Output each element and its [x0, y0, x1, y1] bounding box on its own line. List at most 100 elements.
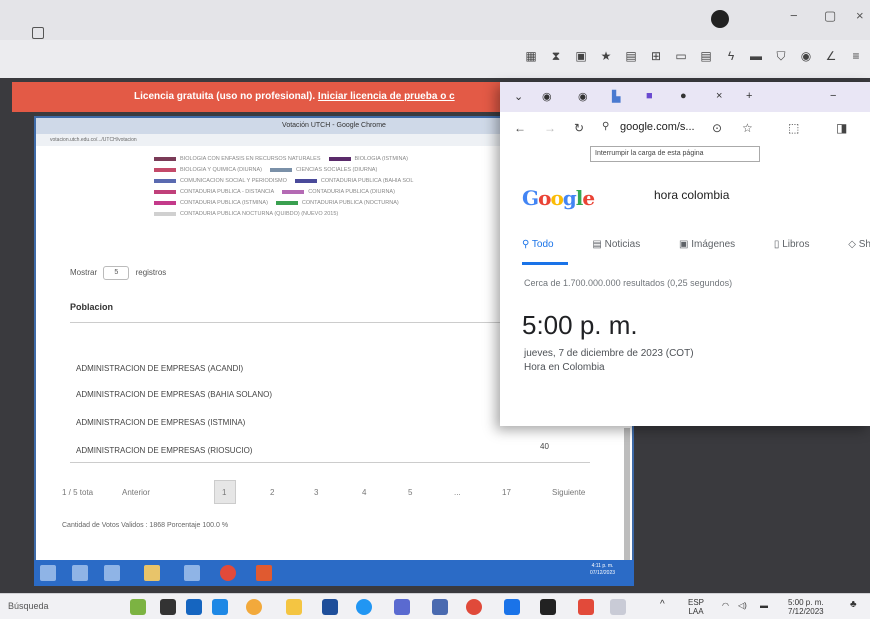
bolt-icon[interactable]: ϟ: [725, 50, 737, 62]
taskbar-app-icon[interactable]: [212, 599, 228, 615]
chrome-icon[interactable]: [220, 565, 236, 581]
tab-favicon-icon[interactable]: ◉: [542, 90, 552, 103]
taskbar-app-icon[interactable]: [256, 565, 272, 581]
taskbar-app-icon[interactable]: [186, 599, 202, 615]
volume-icon[interactable]: ◁): [738, 601, 747, 610]
page-button[interactable]: 4: [362, 488, 366, 497]
edge-icon[interactable]: [356, 599, 372, 615]
folder-icon[interactable]: [144, 565, 160, 581]
taskbar-search[interactable]: Búsqueda: [8, 601, 49, 611]
time-location: Hora en Colombia: [524, 362, 605, 373]
extensions-icon[interactable]: ⬚: [788, 121, 799, 135]
trial-link[interactable]: Iniciar licencia de prueba o c: [318, 91, 455, 102]
taskbar-app-icon[interactable]: [578, 599, 594, 615]
tab-favicon-icon[interactable]: ▙: [612, 90, 620, 103]
page-button[interactable]: 1: [222, 488, 226, 497]
extension-icon[interactable]: ▤: [625, 50, 637, 62]
tab-noticias[interactable]: ▤ Noticias: [592, 239, 658, 250]
bookmark-star-icon[interactable]: ☆: [742, 121, 753, 135]
prev-button[interactable]: Anterior: [122, 488, 150, 497]
taskbar-app-icon[interactable]: [184, 565, 200, 581]
chat-icon[interactable]: ▭: [675, 50, 687, 62]
tab-close-icon[interactable]: ×: [716, 90, 722, 102]
profile-icon[interactable]: [711, 10, 729, 28]
page-button[interactable]: 3: [314, 488, 318, 497]
row-name: ADMINISTRACION DE EMPRESAS (ISTMINA): [76, 418, 246, 427]
legend-label: CONTADURIA PUBLICA NOCTURNA (QUIBDO) (NU…: [180, 211, 339, 217]
legend-label: BIOLOGIA CON ENFASIS EN RECURSOS NATURAL…: [180, 156, 321, 162]
tab-shop[interactable]: ◇ Shop: [848, 239, 870, 250]
system-clock[interactable]: 5:00 p. m. 7/12/2023: [788, 598, 824, 616]
extension-icon[interactable]: ▬: [750, 50, 762, 62]
taskbar-app-icon[interactable]: [322, 599, 338, 615]
restore-button[interactable]: ▢: [824, 8, 836, 24]
language-indicator[interactable]: ESP LAA: [688, 598, 704, 616]
minimize-icon[interactable]: −: [830, 90, 836, 102]
taskbar-app-icon[interactable]: [432, 599, 448, 615]
extension-icon[interactable]: ◉: [800, 50, 812, 62]
forward-icon[interactable]: →: [544, 121, 556, 135]
sidepanel-icon[interactable]: ◨: [836, 121, 847, 135]
minimize-button[interactable]: −: [790, 8, 798, 23]
taskbar-app-icon[interactable]: [104, 565, 120, 581]
tab-search-icon[interactable]: ⌄: [514, 90, 523, 103]
taskbar-app-icon[interactable]: [394, 599, 410, 615]
windows-start-icon[interactable]: [40, 565, 56, 581]
note-icon[interactable]: ▤: [700, 50, 712, 62]
reader-icon[interactable]: ⊞: [650, 50, 662, 62]
extension-icon[interactable]: ▦: [525, 50, 537, 62]
taskbar-app-icon[interactable]: [72, 565, 88, 581]
taskbar-app-icon[interactable]: [466, 599, 482, 615]
star-icon[interactable]: ★: [600, 50, 612, 62]
google-logo[interactable]: Google: [522, 186, 595, 210]
inner-clock-time: 4:11 p. m.: [591, 563, 614, 569]
close-button[interactable]: ×: [856, 8, 864, 23]
entries-select[interactable]: 5: [103, 266, 130, 280]
shield-icon[interactable]: ⛉: [775, 50, 787, 62]
taskbar-app-icon[interactable]: [610, 599, 626, 615]
tab-favicon-icon[interactable]: ■: [646, 90, 653, 102]
taskbar-app-icon[interactable]: [130, 599, 146, 615]
pen-icon[interactable]: ∠: [825, 50, 837, 62]
page-button[interactable]: 17: [502, 488, 511, 497]
next-button[interactable]: Siguiente: [552, 488, 585, 497]
hourglass-icon[interactable]: ⧗: [550, 50, 562, 62]
location-icon[interactable]: ⊙: [712, 121, 722, 135]
tab-favicon-icon[interactable]: ●: [680, 90, 687, 102]
legend-swatch: [154, 156, 176, 161]
table-row: ADMINISTRACION DE EMPRESAS (RIOSUCIO) 40: [76, 442, 586, 455]
reload-icon[interactable]: ↻: [574, 121, 584, 135]
wifi-icon[interactable]: ◠: [722, 601, 729, 610]
legend-label: CONTADURIA PUBLICA (BAHIA SOL: [320, 178, 414, 184]
chevron-up-icon[interactable]: ^: [660, 600, 665, 610]
notification-icon[interactable]: ♣: [850, 600, 857, 610]
tab-favicon-icon[interactable]: ◉: [578, 90, 588, 103]
banner-text: Licencia gratuita (uso no profesional).: [134, 91, 316, 102]
taskbar-app-icon[interactable]: [504, 599, 520, 615]
lang-top: ESP: [688, 598, 705, 607]
battery-icon[interactable]: ▬: [760, 601, 768, 610]
terminal-icon[interactable]: [540, 599, 556, 615]
tab-icon[interactable]: [32, 27, 44, 39]
menu-icon[interactable]: ≡: [850, 50, 862, 62]
back-icon[interactable]: ←: [514, 121, 526, 135]
extension-icon[interactable]: ▣: [575, 50, 587, 62]
tab-todo[interactable]: ⚲ Todo: [522, 239, 572, 250]
taskbar-app-icon[interactable]: [160, 599, 176, 615]
site-info-icon[interactable]: ⚲: [602, 121, 609, 132]
extensions-row: ▦ ⧗ ▣ ★ ▤ ⊞ ▭ ▤ ϟ ▬ ⛉ ◉ ∠ ≡: [525, 44, 862, 68]
legend-label: BIOLOGIA (ISTMINA): [354, 156, 408, 162]
folder-icon[interactable]: [286, 599, 302, 615]
tab-imagenes[interactable]: ▣ Imágenes: [679, 239, 753, 250]
chrome-icon[interactable]: [246, 599, 262, 615]
tab-libros[interactable]: ▯ Libros: [774, 239, 828, 250]
url-field[interactable]: google.com/s...: [620, 121, 695, 133]
new-tab-icon[interactable]: +: [746, 90, 752, 102]
legend-swatch: [294, 178, 317, 183]
outer-tab-strip: [0, 0, 870, 40]
legend-swatch: [154, 178, 176, 183]
search-query[interactable]: hora colombia: [654, 188, 729, 202]
page-button[interactable]: 5: [408, 488, 412, 497]
page-button[interactable]: 2: [270, 488, 274, 497]
scrollbar[interactable]: [624, 428, 630, 568]
